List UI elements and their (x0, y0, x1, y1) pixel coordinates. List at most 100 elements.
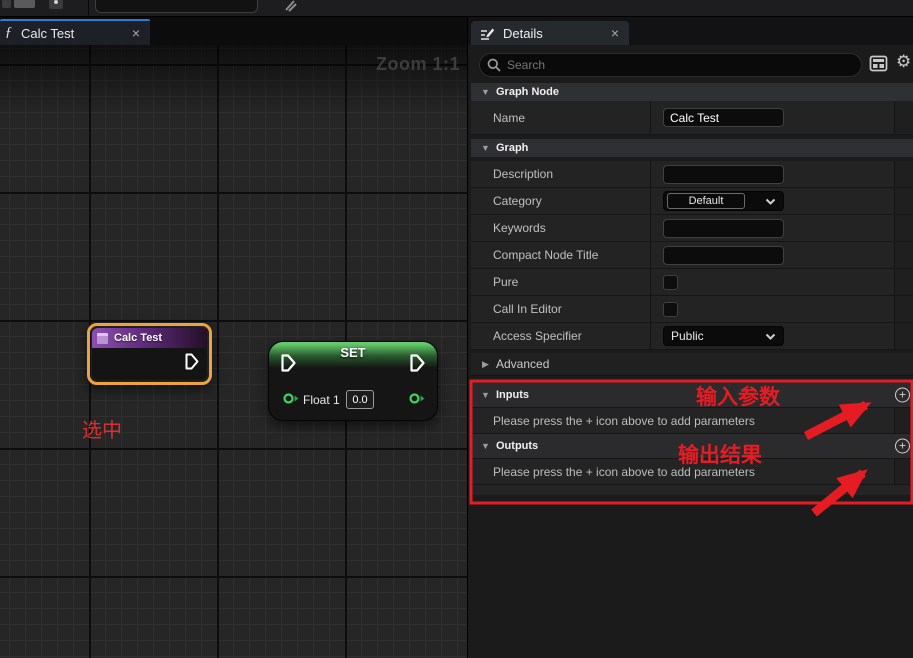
toolbar-button-fragment[interactable] (2, 0, 11, 8)
row-name: Name (471, 101, 913, 135)
row-right-column (894, 215, 913, 241)
section-advanced[interactable]: ▶ Advanced (471, 353, 913, 376)
node-calc-test-selection[interactable]: Calc Test (87, 323, 212, 385)
property-matrix-icon[interactable] (869, 55, 888, 77)
close-icon[interactable]: × (611, 26, 619, 40)
toolbar-button-fragment[interactable] (14, 0, 35, 8)
row-right-column (894, 269, 913, 295)
call-in-editor-label: Call In Editor (471, 296, 650, 322)
description-field[interactable] (663, 165, 784, 184)
row-category: Category Default (471, 188, 913, 215)
pen-icon[interactable] (283, 0, 297, 17)
pure-checkbox[interactable] (663, 275, 678, 290)
keywords-label: Keywords (471, 215, 650, 241)
section-graph-node[interactable]: ▼ Graph Node (471, 83, 913, 101)
graph-canvas[interactable]: Zoom 1:1 Calc Test SET (0, 45, 467, 658)
toolbar-button-fragment[interactable] (49, 0, 63, 9)
section-outputs[interactable]: ▼ Outputs + (471, 434, 913, 459)
edit-pencil-icon (480, 26, 495, 41)
row-description: Description (471, 161, 913, 188)
section-title: Graph (496, 142, 528, 154)
graph-tab-label: Calc Test (21, 26, 74, 41)
details-property-list: ▼ Graph Node Name ▼ Graph Description Ca (471, 83, 913, 658)
gear-icon[interactable]: ⚙ (896, 52, 911, 72)
chevron-down-icon (765, 192, 776, 210)
search-icon (487, 58, 501, 72)
row-right-column (894, 408, 913, 433)
row-right-column (894, 459, 913, 484)
name-label: Name (471, 101, 650, 134)
function-node-icon (97, 333, 108, 344)
row-pure: Pure (471, 269, 913, 296)
row-right-column (894, 242, 913, 268)
call-in-editor-checkbox[interactable] (663, 302, 678, 317)
name-field[interactable] (663, 108, 784, 127)
row-right-column (894, 296, 913, 322)
toolbar-search-field[interactable] (95, 0, 258, 13)
details-search-row: ⚙ (468, 45, 913, 83)
inputs-empty-hint-row: Please press the + icon above to add par… (471, 408, 913, 434)
float-output-pin[interactable] (409, 392, 426, 410)
zoom-level-label: Zoom 1:1 (376, 54, 460, 75)
add-input-button[interactable]: + (895, 387, 910, 402)
pure-label: Pure (471, 269, 650, 295)
chevron-down-icon[interactable]: ▼ (481, 441, 491, 451)
outputs-empty-hint: Please press the + icon above to add par… (471, 459, 894, 484)
top-toolbar (0, 0, 913, 17)
access-specifier-label: Access Specifier (471, 323, 650, 349)
exec-input-pin[interactable] (281, 354, 296, 377)
chevron-right-icon[interactable]: ▶ (482, 359, 491, 370)
float-pin-label: Float 1 (303, 393, 340, 407)
exec-output-pin[interactable] (410, 354, 425, 377)
keywords-field[interactable] (663, 219, 784, 238)
node-calc-test[interactable]: Calc Test (92, 328, 207, 380)
row-keywords: Keywords (471, 215, 913, 242)
chevron-down-icon[interactable]: ▼ (481, 143, 491, 153)
access-specifier-dropdown[interactable]: Public (663, 326, 784, 346)
float-value-field[interactable]: 0.0 (346, 390, 374, 409)
node-calc-test-header: Calc Test (92, 328, 207, 348)
category-label: Category (471, 188, 650, 214)
details-panel: Details × ⚙ ▼ Graph Node Name (467, 17, 913, 658)
row-right-column (894, 101, 913, 134)
row-compact-node-title: Compact Node Title (471, 242, 913, 269)
search-box[interactable] (479, 53, 862, 77)
compact-node-title-label: Compact Node Title (471, 242, 650, 268)
category-dropdown[interactable]: Default (663, 191, 784, 211)
outputs-header-label: Outputs (496, 440, 538, 452)
inputs-empty-hint: Please press the + icon above to add par… (471, 408, 894, 433)
graph-tab-bar: ƒ Calc Test × (0, 17, 467, 45)
compact-node-title-field[interactable] (663, 246, 784, 265)
row-right-column (894, 161, 913, 187)
toolbar-separator (88, 0, 89, 17)
description-label: Description (471, 161, 650, 187)
float-input-pin[interactable] (283, 392, 300, 410)
chevron-down-icon[interactable]: ▼ (481, 87, 491, 97)
access-specifier-value: Public (671, 329, 704, 343)
tab-calc-test[interactable]: ƒ Calc Test × (0, 19, 150, 45)
section-graph[interactable]: ▼ Graph (471, 139, 913, 157)
search-input[interactable] (507, 58, 861, 72)
category-value: Default (667, 193, 745, 209)
empty-row-strip (471, 485, 913, 495)
row-call-in-editor: Call In Editor (471, 296, 913, 323)
section-title: Graph Node (496, 86, 559, 98)
tab-details[interactable]: Details × (471, 21, 629, 45)
inputs-header-label: Inputs (496, 389, 529, 401)
details-tab-bar: Details × (468, 17, 913, 45)
row-right-column (894, 323, 913, 349)
node-set[interactable]: SET Float 1 0.0 (268, 341, 438, 421)
exec-output-pin[interactable] (185, 353, 199, 375)
advanced-label: Advanced (496, 357, 549, 371)
close-icon[interactable]: × (132, 26, 140, 40)
chevron-down-icon[interactable]: ▼ (481, 390, 491, 400)
function-icon: ƒ (5, 25, 12, 41)
details-tab-label: Details (503, 26, 543, 41)
outputs-empty-hint-row: Please press the + icon above to add par… (471, 459, 913, 485)
row-access-specifier: Access Specifier Public (471, 323, 913, 350)
chevron-down-icon (765, 327, 776, 345)
section-inputs[interactable]: ▼ Inputs + (471, 382, 913, 408)
blueprint-editor-window: ƒ Calc Test × Zoom 1:1 Calc Test (0, 0, 913, 658)
add-output-button[interactable]: + (895, 439, 910, 454)
row-right-column (894, 188, 913, 214)
